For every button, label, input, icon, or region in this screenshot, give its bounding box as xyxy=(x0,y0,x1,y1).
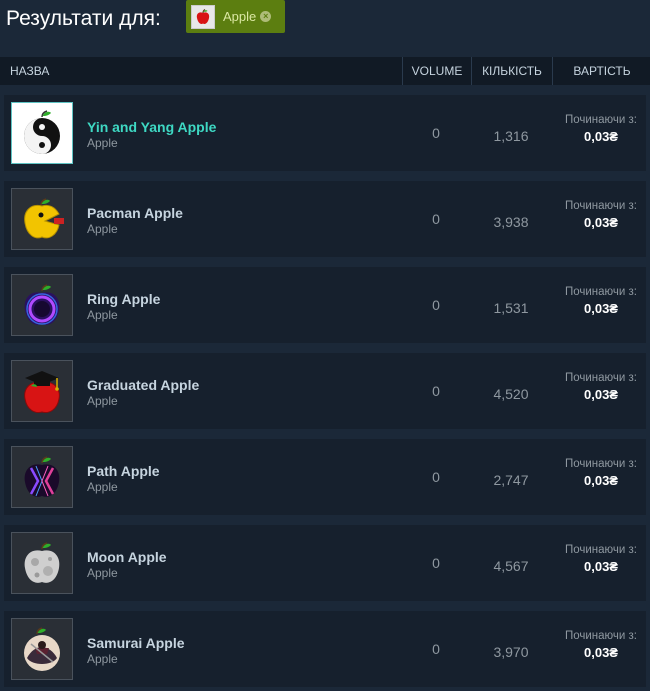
item-quantity: 3,970 xyxy=(493,644,529,660)
moon-apple-icon xyxy=(11,532,73,594)
item-name[interactable]: Yin and Yang Apple xyxy=(87,119,216,135)
apple-icon xyxy=(191,4,215,29)
table-row[interactable]: Pacman Apple Apple 0 3,938 Починаючи з: … xyxy=(4,181,646,257)
item-name[interactable]: Ring Apple xyxy=(87,291,160,307)
price-label: Починаючи з: xyxy=(564,458,638,470)
price-label: Починаючи з: xyxy=(564,114,638,126)
item-name[interactable]: Graduated Apple xyxy=(87,377,199,393)
filter-tag-apple[interactable]: Apple × xyxy=(186,0,285,33)
item-volume: 0 xyxy=(432,469,440,485)
table-header: НАЗВА VOLUME КІЛЬКІСТЬ ВАРТІСТЬ xyxy=(0,57,650,85)
item-quantity: 1,316 xyxy=(493,128,529,144)
close-icon[interactable]: × xyxy=(260,11,272,22)
column-quantity[interactable]: КІЛЬКІСТЬ xyxy=(471,57,552,85)
table-row[interactable]: Ring Apple Apple 0 1,531 Починаючи з: 0,… xyxy=(4,267,646,343)
item-game: Apple xyxy=(87,136,118,150)
item-price: 0,03₴ xyxy=(584,129,618,144)
item-quantity: 4,520 xyxy=(493,386,529,402)
item-name[interactable]: Path Apple xyxy=(87,463,160,479)
column-name[interactable]: НАЗВА xyxy=(10,57,49,85)
item-name[interactable]: Pacman Apple xyxy=(87,205,183,221)
price-label: Починаючи з: xyxy=(564,372,638,384)
graduated-apple-icon xyxy=(11,360,73,422)
item-volume: 0 xyxy=(432,641,440,657)
yin-yang-apple-icon xyxy=(11,102,73,164)
item-price: 0,03₴ xyxy=(584,473,618,488)
item-volume: 0 xyxy=(432,297,440,313)
item-quantity: 1,531 xyxy=(493,300,529,316)
filter-tag-label: Apple xyxy=(223,9,257,24)
results-header: Результати для: Apple × xyxy=(0,0,650,44)
column-price[interactable]: ВАРТІСТЬ xyxy=(552,57,650,85)
price-label: Починаючи з: xyxy=(564,630,638,642)
item-game: Apple xyxy=(87,308,118,322)
item-price: 0,03₴ xyxy=(584,301,618,316)
item-price: 0,03₴ xyxy=(584,215,618,230)
item-price: 0,03₴ xyxy=(584,387,618,402)
column-volume[interactable]: VOLUME xyxy=(402,57,471,85)
price-label: Починаючи з: xyxy=(564,544,638,556)
item-name[interactable]: Moon Apple xyxy=(87,549,167,565)
pacman-apple-icon xyxy=(11,188,73,250)
table-row[interactable]: Path Apple Apple 0 2,747 Починаючи з: 0,… xyxy=(4,439,646,515)
item-game: Apple xyxy=(87,222,118,236)
price-label: Починаючи з: xyxy=(564,200,638,212)
ring-apple-icon xyxy=(11,274,73,336)
item-quantity: 4,567 xyxy=(493,558,529,574)
item-volume: 0 xyxy=(432,211,440,227)
item-volume: 0 xyxy=(432,125,440,141)
item-game: Apple xyxy=(87,394,118,408)
price-label: Починаючи з: xyxy=(564,286,638,298)
item-game: Apple xyxy=(87,480,118,494)
item-volume: 0 xyxy=(432,555,440,571)
path-apple-icon xyxy=(11,446,73,508)
table-row[interactable]: Graduated Apple Apple 0 4,520 Починаючи … xyxy=(4,353,646,429)
item-game: Apple xyxy=(87,652,118,666)
table-row[interactable]: Samurai Apple Apple 0 3,970 Починаючи з:… xyxy=(4,611,646,687)
table-row[interactable]: Moon Apple Apple 0 4,567 Починаючи з: 0,… xyxy=(4,525,646,601)
item-quantity: 3,938 xyxy=(493,214,529,230)
item-name[interactable]: Samurai Apple xyxy=(87,635,185,651)
item-price: 0,03₴ xyxy=(584,645,618,660)
table-row[interactable]: Yin and Yang Apple Apple 0 1,316 Починаю… xyxy=(4,95,646,171)
item-price: 0,03₴ xyxy=(584,559,618,574)
results-title: Результати для: xyxy=(6,7,161,30)
item-quantity: 2,747 xyxy=(493,472,529,488)
item-game: Apple xyxy=(87,566,118,580)
item-volume: 0 xyxy=(432,383,440,399)
samurai-apple-icon xyxy=(11,618,73,680)
